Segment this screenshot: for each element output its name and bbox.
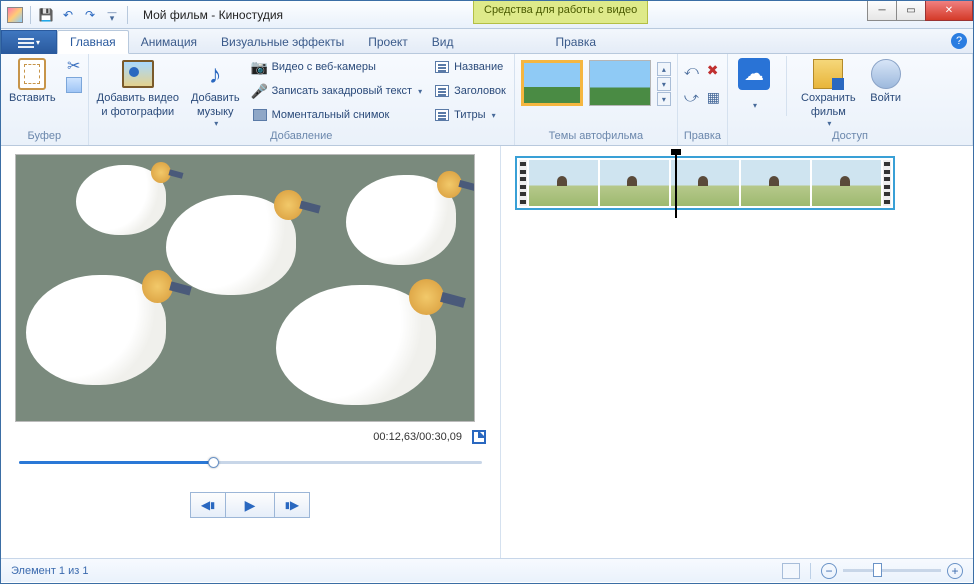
- group-edit: ⤺ ✖ ⤻ ▦ Правка: [678, 54, 728, 145]
- fullscreen-button[interactable]: [472, 430, 486, 444]
- credits-icon: [434, 107, 450, 123]
- rotate-left-button[interactable]: ⤺: [684, 62, 699, 79]
- maximize-button[interactable]: ▭: [896, 1, 926, 21]
- select-all-button[interactable]: ▦: [707, 89, 720, 106]
- snapshot-button[interactable]: Моментальный снимок: [250, 104, 425, 126]
- time-display: 00:12,63/00:30,09: [373, 431, 462, 443]
- next-frame-button[interactable]: ▮▶: [274, 492, 310, 518]
- title-icon: [434, 59, 450, 75]
- group-buffer-label: Буфер: [7, 129, 82, 145]
- status-text: Элемент 1 из 1: [11, 565, 88, 577]
- gallery-up-button[interactable]: ▴: [657, 62, 671, 76]
- photo-icon: [122, 60, 154, 88]
- add-music-button[interactable]: ♪ Добавить музыку▾: [189, 56, 242, 132]
- group-themes: ▴ ▾ ▾ Темы автофильма: [515, 54, 678, 145]
- webcam-icon: 📷: [252, 59, 268, 75]
- title-bar: 💾 ↶ ↷ ―▾ Мой фильм - Киностудия Средства…: [1, 1, 973, 29]
- group-themes-label: Темы автофильма: [521, 129, 671, 145]
- zoom-in-button[interactable]: +: [947, 563, 963, 579]
- add-music-label-2: музыку: [197, 106, 234, 118]
- tab-project[interactable]: Проект: [356, 31, 420, 53]
- music-note-icon: ♪: [199, 58, 231, 90]
- video-preview[interactable]: [15, 154, 475, 422]
- add-media-label-1: Добавить видео: [97, 92, 179, 104]
- tab-home[interactable]: Главная: [57, 30, 129, 54]
- cloud-icon: ☁: [738, 58, 770, 90]
- close-button[interactable]: ✕: [925, 1, 973, 21]
- title-button[interactable]: Название: [432, 56, 508, 78]
- save-qat-button[interactable]: 💾: [36, 5, 56, 25]
- minimize-button[interactable]: ─: [867, 1, 897, 21]
- undo-qat-button[interactable]: ↶: [58, 5, 78, 25]
- paste-button[interactable]: Вставить: [7, 56, 58, 106]
- tab-animation[interactable]: Анимация: [129, 31, 209, 53]
- timeline-clip[interactable]: [515, 156, 895, 210]
- record-narration-button[interactable]: 🎤Записать закадровый текст▾: [250, 80, 425, 102]
- credits-button[interactable]: Титры▾: [432, 104, 508, 126]
- rotate-right-button[interactable]: ⤻: [684, 89, 699, 106]
- group-add: Добавить видео и фотографии ♪ Добавить м…: [89, 54, 515, 145]
- group-access-label: Доступ: [734, 129, 966, 145]
- main-area: 00:12,63/00:30,09 ◀▮ ▶ ▮▶: [1, 146, 973, 558]
- microphone-icon: 🎤: [252, 83, 268, 99]
- delete-button[interactable]: ✖: [707, 62, 719, 79]
- group-buffer: Вставить ✂ Буфер: [1, 54, 89, 145]
- user-icon: [871, 59, 901, 89]
- gallery-more-button[interactable]: ▾: [657, 92, 671, 106]
- timeline-playhead[interactable]: [675, 152, 677, 218]
- save-label-2: фильм: [811, 106, 846, 118]
- add-music-label-1: Добавить: [191, 92, 240, 104]
- save-movie-button[interactable]: Сохранить фильм▾: [799, 56, 858, 132]
- timeline-pane[interactable]: [501, 146, 973, 558]
- tab-edit[interactable]: Правка: [543, 31, 608, 53]
- zoom-out-button[interactable]: −: [821, 563, 837, 579]
- cut-button[interactable]: ✂: [66, 58, 82, 74]
- status-bar: Элемент 1 из 1 − +: [1, 558, 973, 582]
- window-title: Мой фильм - Киностудия: [143, 8, 283, 22]
- gallery-down-button[interactable]: ▾: [657, 77, 671, 91]
- seek-slider[interactable]: [19, 458, 482, 466]
- qat-dropdown[interactable]: ―▾: [102, 5, 122, 25]
- group-access: ☁ ▾ Сохранить фильм▾ Войти Доступ: [728, 54, 973, 145]
- title-label: Название: [454, 61, 503, 73]
- prev-frame-button[interactable]: ◀▮: [190, 492, 226, 518]
- contextual-tab-label: Средства для работы с видео: [473, 1, 648, 24]
- caption-button[interactable]: Заголовок: [432, 80, 508, 102]
- add-media-label-2: и фотографии: [101, 106, 174, 118]
- group-edit-label: Правка: [684, 129, 721, 145]
- zoom-slider[interactable]: [843, 569, 941, 572]
- credits-label: Титры: [454, 109, 485, 121]
- preview-pane: 00:12,63/00:30,09 ◀▮ ▶ ▮▶: [1, 146, 501, 558]
- snapshot-label: Моментальный снимок: [272, 109, 390, 121]
- caption-label: Заголовок: [454, 85, 506, 97]
- webcam-label: Видео с веб-камеры: [272, 61, 376, 73]
- share-cloud-button[interactable]: ☁ ▾: [734, 56, 774, 114]
- caption-icon: [434, 83, 450, 99]
- clipboard-icon: [18, 58, 46, 90]
- tab-view[interactable]: Вид: [420, 31, 466, 53]
- save-movie-icon: [813, 59, 843, 89]
- snapshot-icon: [252, 107, 268, 123]
- theme-thumb-1[interactable]: [521, 60, 583, 106]
- save-label-1: Сохранить: [801, 92, 856, 104]
- copy-button[interactable]: [66, 77, 82, 93]
- view-mode-button[interactable]: [782, 563, 800, 579]
- play-button[interactable]: ▶: [225, 492, 275, 518]
- theme-thumb-2[interactable]: [589, 60, 651, 106]
- sign-in-button[interactable]: Войти: [866, 56, 906, 106]
- sign-in-label: Войти: [870, 92, 901, 104]
- app-icon: [5, 5, 25, 25]
- tab-visual-effects[interactable]: Визуальные эффекты: [209, 31, 356, 53]
- file-tab[interactable]: ▾: [1, 30, 57, 54]
- ribbon: Вставить ✂ Буфер Добавить видео и фотогр…: [1, 54, 973, 146]
- webcam-video-button[interactable]: 📷 Видео с веб-камеры: [250, 56, 425, 78]
- redo-qat-button[interactable]: ↷: [80, 5, 100, 25]
- narration-label: Записать закадровый текст: [272, 85, 413, 97]
- help-icon[interactable]: ?: [951, 33, 967, 49]
- ribbon-tabs: ▾ Главная Анимация Визуальные эффекты Пр…: [1, 29, 973, 54]
- paste-label: Вставить: [9, 92, 56, 104]
- add-media-button[interactable]: Добавить видео и фотографии: [95, 56, 181, 120]
- group-add-label: Добавление: [95, 129, 508, 145]
